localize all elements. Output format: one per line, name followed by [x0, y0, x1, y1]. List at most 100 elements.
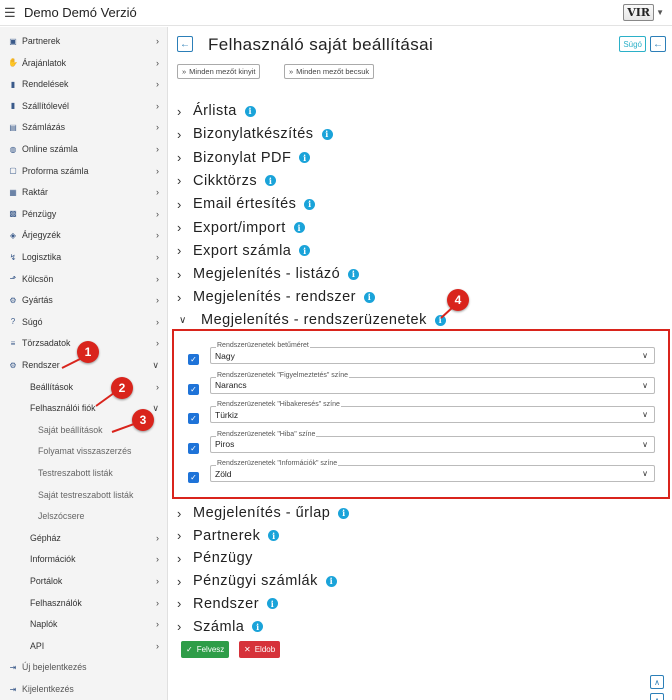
info-icon[interactable]: i — [244, 105, 256, 117]
setting-select[interactable]: Narancs ∨ — [210, 376, 655, 394]
check-icon: ✓ — [190, 414, 197, 423]
section-b-1[interactable]: › Partnerek i — [177, 525, 280, 547]
info-icon[interactable]: i — [252, 621, 264, 632]
section-1[interactable]: › Bizonylatkészítés i — [177, 123, 333, 145]
section-5[interactable]: › Export/import i — [177, 217, 305, 239]
enabled-checkbox[interactable]: ✓ — [188, 442, 199, 454]
setting-select[interactable]: Türkiz ∨ — [210, 406, 655, 423]
hamburger-menu-icon[interactable]: ☰ — [4, 5, 22, 21]
chevron-right-icon: › — [156, 554, 159, 565]
info-icon[interactable]: i — [338, 507, 350, 519]
sidebar-item-13[interactable]: ? Súgó › — [0, 312, 168, 332]
sidebar-subitem-0[interactable]: Beállítások › — [0, 377, 168, 397]
sidebar-item-9[interactable]: ◈ Árjegyzék › — [0, 225, 168, 245]
sidebar-item-0[interactable]: ▣ Partnerek › — [0, 31, 168, 51]
sidebar-subitem-b-3[interactable]: Felhasználók › — [0, 593, 168, 613]
enabled-checkbox[interactable]: ✓ — [188, 472, 199, 483]
chevron-right-icon: › — [177, 596, 182, 612]
section-b-2[interactable]: › Pénzügy — [177, 547, 253, 569]
info-icon[interactable]: i — [304, 198, 316, 210]
sidebar-item-7[interactable]: ▦ Raktár › — [0, 182, 168, 202]
chevron-right-icon: › — [177, 289, 182, 305]
cancel-button[interactable]: ✕ Eldob — [239, 641, 281, 658]
sidebar-item-4[interactable]: ▤ Számlázás › — [0, 117, 168, 137]
sidebar-item-12[interactable]: ⚙ Gyártás › — [0, 290, 168, 310]
chevron-down-icon: ∨ — [642, 410, 648, 419]
save-button[interactable]: ✓ Felvesz — [181, 641, 230, 658]
sidebar-subsubitem-3[interactable]: Saját testreszabott listák — [0, 485, 168, 505]
sidebar-subitem-b-0[interactable]: Gépház › — [0, 528, 168, 548]
sidebar-subsubitem-4[interactable]: Jelszócsere — [0, 506, 168, 526]
sidebar-item-1[interactable]: ✋ Árajánlatok › — [0, 53, 168, 73]
chevron-right-icon: › — [177, 528, 182, 544]
back-button[interactable]: ← — [177, 36, 193, 52]
sidebar-item-3[interactable]: ▮ Szállítólevél › — [0, 96, 168, 116]
chevron-right-icon: › — [156, 532, 159, 543]
sidebar-bottom-0[interactable]: ⇥ Új bejelentkezés — [0, 657, 168, 677]
help-button[interactable]: Súgó — [619, 36, 646, 52]
sidebar-item-label: Árajánlatok — [22, 57, 67, 68]
sidebar-item-6[interactable]: ▢ Proforma számla › — [0, 161, 168, 181]
back-button-right[interactable]: ← — [650, 36, 666, 52]
info-icon[interactable]: i — [265, 175, 277, 187]
setting-select[interactable]: Nagy ∨ — [210, 347, 655, 364]
section-7[interactable]: › Megjelenítés - listázó i — [177, 263, 360, 285]
info-icon[interactable]: i — [267, 598, 279, 610]
info-icon[interactable]: i — [299, 245, 311, 257]
section-label: Export/import — [193, 219, 286, 236]
sidebar-item-10[interactable]: ↯ Logisztika › — [0, 247, 168, 267]
sidebar-subitem-b-5[interactable]: API › — [0, 636, 168, 656]
info-icon[interactable]: i — [325, 575, 337, 587]
section-3[interactable]: › Cikktörzs i — [177, 170, 277, 192]
scroll-top-button[interactable]: ∧ — [650, 675, 664, 689]
expand-all-button[interactable]: » Minden mezőt kinyit — [177, 64, 261, 79]
section-b-3[interactable]: › Pénzügyi számlák i — [177, 570, 337, 592]
info-icon[interactable]: i — [299, 152, 311, 164]
info-icon[interactable]: i — [268, 530, 280, 542]
section-label: Export számla — [193, 242, 292, 259]
sidebar-bottom-1[interactable]: ⇥ Kijelentkezés — [0, 679, 168, 699]
chevron-right-icon: › — [156, 316, 159, 327]
collapse-all-button[interactable]: » Minden mezőt becsuk — [284, 64, 375, 79]
sidebar-item-5[interactable]: ◍ Online számla › — [0, 139, 168, 159]
section-2[interactable]: › Bizonylat PDF i — [177, 147, 311, 169]
setting-select[interactable]: Piros ∨ — [210, 435, 655, 453]
info-icon[interactable]: i — [364, 291, 376, 303]
info-icon[interactable]: i — [434, 314, 446, 326]
sidebar-subsubitem-1[interactable]: Folyamat visszaszerzés — [0, 441, 168, 461]
setting-row: ✓ Piros ∨ Rendszerüzenetek "Hiba" színe — [186, 430, 660, 455]
setting-row: ✓ Nagy ∨ Rendszerüzenetek betűméret — [186, 342, 660, 366]
section-b-5[interactable]: › Számla i — [177, 616, 264, 638]
sidebar-subsubitem-2[interactable]: Testreszabott listák — [0, 463, 168, 483]
enabled-checkbox[interactable]: ✓ — [188, 413, 199, 424]
section-6[interactable]: › Export számla i — [177, 240, 311, 262]
enabled-checkbox[interactable]: ✓ — [188, 354, 199, 365]
sidebar-item-2[interactable]: ▮ Rendelések › — [0, 74, 168, 94]
info-icon[interactable]: i — [321, 128, 333, 140]
section-b-4[interactable]: › Rendszer i — [177, 593, 279, 615]
sidebar-item-label: Logisztika — [22, 252, 62, 262]
section-open[interactable]: ∨ Megjelenítés - rendszerüzenetek i — [179, 309, 446, 331]
section-8[interactable]: › Megjelenítés - rendszer i — [177, 286, 376, 308]
chevron-down-icon: ∨ — [179, 314, 187, 326]
sidebar-subitem-b-1[interactable]: Információk › — [0, 549, 168, 569]
sidebar-item-11[interactable]: ⬏ Kölcsön › — [0, 269, 168, 289]
logo-menu[interactable]: VIR ▼ — [623, 3, 664, 22]
sign-out-icon: ⇥ — [9, 684, 17, 694]
info-icon[interactable]: i — [348, 268, 360, 280]
section-label: Megjelenítés - űrlap — [193, 505, 331, 521]
chevron-right-icon: › — [156, 381, 159, 392]
setting-select[interactable]: Zöld ∨ — [210, 465, 655, 482]
section-b-0[interactable]: › Megjelenítés - űrlap i — [177, 502, 350, 524]
sidebar-subitem-b-2[interactable]: Portálok › — [0, 571, 168, 591]
check-icon: ✓ — [190, 355, 197, 364]
enabled-checkbox[interactable]: ✓ — [188, 383, 199, 395]
section-0[interactable]: › Árlista i — [177, 100, 256, 122]
sidebar-subitem-b-4[interactable]: Naplók › — [0, 614, 168, 634]
scroll-up-button[interactable]: ∧ — [650, 693, 664, 700]
sidebar-item-label: Gyártás — [22, 295, 53, 306]
sidebar-item-8[interactable]: ▩ Pénzügy › — [0, 204, 168, 224]
info-icon[interactable]: i — [293, 222, 305, 233]
section-4[interactable]: › Email értesítés i — [177, 193, 316, 215]
sidebar-item-label: Rendelések — [22, 79, 69, 90]
